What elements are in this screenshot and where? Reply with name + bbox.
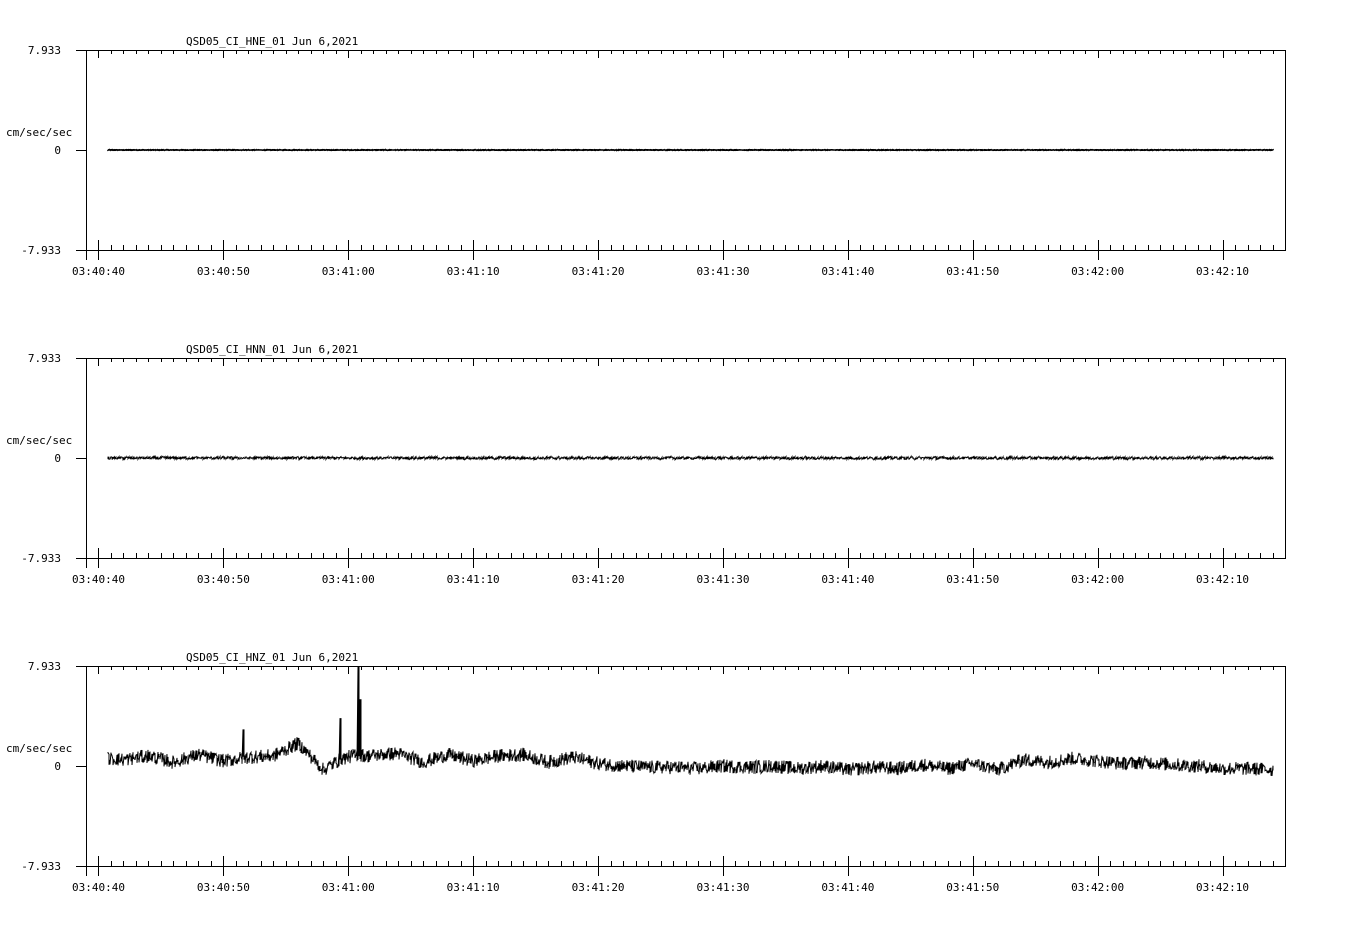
x-tick-label: 03:42:00 [1071, 573, 1124, 586]
y-tick-label: 7.933 [28, 44, 61, 57]
x-tick-label: 03:41:10 [447, 265, 500, 278]
x-tick-label: 03:41:40 [821, 573, 874, 586]
x-tick-label: 03:41:40 [821, 265, 874, 278]
y-tick-label: -7.933 [21, 244, 61, 257]
x-tick-label: 03:41:00 [322, 573, 375, 586]
x-tick-label: 03:41:20 [572, 881, 625, 894]
chart-title: QSD05_CI_HNE_01 Jun 6,2021 [186, 35, 358, 48]
y-axis-label: cm/sec/sec [6, 434, 72, 447]
x-tick-label: 03:42:00 [1071, 265, 1124, 278]
x-tick-label: 03:40:40 [72, 573, 125, 586]
x-tick-label: 03:41:20 [572, 573, 625, 586]
x-tick-label: 03:40:50 [197, 573, 250, 586]
x-tick-label: 03:41:20 [572, 265, 625, 278]
seismic-trace-0 [107, 148, 1274, 152]
chart-title: QSD05_CI_HNN_01 Jun 6,2021 [186, 343, 358, 356]
seismogram-figure: QSD05_CI_HNE_01 Jun 6,2021 7.933 0 -7.933 cm… [0, 0, 1358, 924]
y-tick-label: 0 [54, 144, 61, 157]
y-tick-label: -7.933 [21, 552, 61, 565]
x-tick-label: 03:42:10 [1196, 573, 1249, 586]
x-tick-label: 03:41:50 [946, 881, 999, 894]
x-tick-label: 03:42:10 [1196, 265, 1249, 278]
x-tick-label: 03:41:10 [447, 881, 500, 894]
x-tick-label: 03:40:40 [72, 881, 125, 894]
chart-title: QSD05_CI_HNZ_01 Jun 6,2021 [186, 651, 358, 664]
y-tick-label: 0 [54, 760, 61, 773]
x-tick-label: 03:40:50 [197, 265, 250, 278]
seismic-trace-1 [107, 454, 1274, 462]
y-tick-label: 0 [54, 452, 61, 465]
y-axis-label: cm/sec/sec [6, 742, 72, 755]
x-tick-label: 03:41:10 [447, 573, 500, 586]
seismogram-svg: QSD05_CI_HNE_01 Jun 6,2021 7.933 0 -7.933 cm… [6, 35, 1286, 894]
seismic-trace-2 [107, 666, 1274, 777]
y-tick-label: -7.933 [21, 860, 61, 873]
y-axis-label: cm/sec/sec [6, 126, 72, 139]
x-tick-label: 03:41:30 [696, 265, 749, 278]
x-tick-label: 03:41:00 [322, 265, 375, 278]
x-tick-label: 03:40:50 [197, 881, 250, 894]
x-tick-label: 03:42:00 [1071, 881, 1124, 894]
x-tick-label: 03:41:50 [946, 265, 999, 278]
x-tick-label: 03:40:40 [72, 265, 125, 278]
x-tick-label: 03:41:30 [696, 573, 749, 586]
x-tick-label: 03:41:40 [821, 881, 874, 894]
y-tick-label: 7.933 [28, 660, 61, 673]
x-tick-label: 03:41:00 [322, 881, 375, 894]
x-tick-label: 03:41:30 [696, 881, 749, 894]
y-tick-label: 7.933 [28, 352, 61, 365]
x-tick-label: 03:41:50 [946, 573, 999, 586]
x-tick-label: 03:42:10 [1196, 881, 1249, 894]
